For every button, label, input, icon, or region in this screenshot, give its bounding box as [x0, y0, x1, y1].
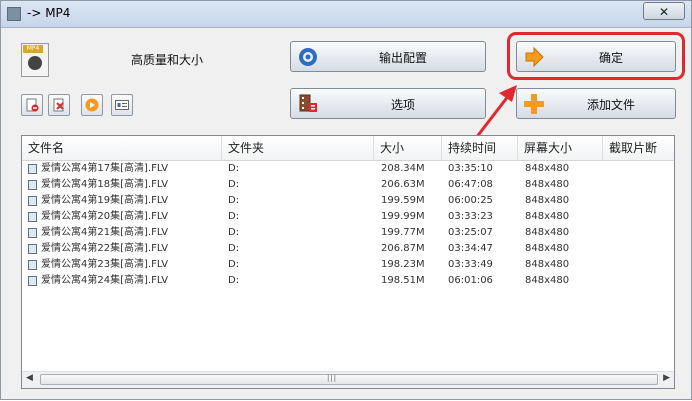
file-name: 爱情公寓4第19集[高清].FLV	[41, 195, 169, 206]
file-icon	[28, 180, 37, 190]
file-duration: 06:00:25	[448, 195, 493, 206]
file-duration: 06:01:06	[448, 275, 493, 286]
table-row[interactable]: 爱情公寓4第19集[高清].FLV D: 199.59M 06:00:25 84…	[22, 193, 674, 209]
table-row[interactable]: 爱情公寓4第24集[高清].FLV D: 198.51M 06:01:06 84…	[22, 273, 674, 289]
file-folder: D:	[228, 243, 240, 254]
file-screen-size: 848x480	[525, 243, 570, 254]
file-size: 199.77M	[381, 227, 425, 238]
column-header-screen-size[interactable]: 屏幕大小	[518, 136, 603, 160]
file-icon	[28, 244, 37, 254]
file-duration: 03:35:10	[448, 163, 493, 174]
file-size: 206.87M	[381, 243, 425, 254]
file-size: 208.34M	[381, 163, 425, 174]
file-folder: D:	[228, 163, 240, 174]
file-screen-size: 848x480	[525, 227, 570, 238]
table-row[interactable]: 爱情公寓4第18集[高清].FLV D: 206.63M 06:47:08 84…	[22, 177, 674, 193]
file-folder: D:	[228, 275, 240, 286]
file-duration: 03:34:47	[448, 243, 493, 254]
file-duration: 03:33:49	[448, 259, 493, 270]
file-folder: D:	[228, 227, 240, 238]
file-screen-size: 848x480	[525, 211, 570, 222]
file-duration: 06:47:08	[448, 179, 493, 190]
table-row[interactable]: 爱情公寓4第23集[高清].FLV D: 198.23M 03:33:49 84…	[22, 257, 674, 273]
file-name: 爱情公寓4第23集[高清].FLV	[41, 259, 169, 270]
column-header-clip[interactable]: 截取片断	[603, 136, 674, 160]
file-list[interactable]: 文件名 文件夹 大小 持续时间 屏幕大小 截取片断 爱情公寓4第17集[高清].…	[21, 135, 675, 389]
file-icon	[28, 276, 37, 286]
file-icon	[28, 228, 37, 238]
table-row[interactable]: 爱情公寓4第17集[高清].FLV D: 208.34M 03:35:10 84…	[22, 161, 674, 177]
file-name: 爱情公寓4第24集[高清].FLV	[41, 275, 169, 286]
file-icon	[28, 260, 37, 270]
file-size: 198.23M	[381, 259, 425, 270]
file-screen-size: 848x480	[525, 163, 570, 174]
file-icon	[28, 164, 37, 174]
scroll-left-arrow-icon[interactable]: ◀	[26, 373, 33, 383]
column-header-folder[interactable]: 文件夹	[222, 136, 374, 160]
file-folder: D:	[228, 179, 240, 190]
file-folder: D:	[228, 259, 240, 270]
table-row[interactable]: 爱情公寓4第21集[高清].FLV D: 199.77M 03:25:07 84…	[22, 225, 674, 241]
file-screen-size: 848x480	[525, 275, 570, 286]
scrollbar-grip-icon: |||	[327, 374, 338, 382]
table-row[interactable]: 爱情公寓4第20集[高清].FLV D: 199.99M 03:33:23 84…	[22, 209, 674, 225]
file-size: 206.63M	[381, 179, 425, 190]
column-header-size[interactable]: 大小	[374, 136, 442, 160]
scrollbar-thumb[interactable]	[40, 374, 658, 385]
file-name: 爱情公寓4第17集[高清].FLV	[41, 163, 169, 174]
file-name: 爱情公寓4第20集[高清].FLV	[41, 211, 169, 222]
scroll-right-arrow-icon[interactable]: ▶	[663, 373, 670, 383]
file-duration: 03:25:07	[448, 227, 493, 238]
file-screen-size: 848x480	[525, 259, 570, 270]
file-folder: D:	[228, 195, 240, 206]
converter-window: -> MP4 ✕ MP4 高质量和大小 输出配置 确定 选项 添加文件 文件名 …	[0, 0, 692, 400]
table-row[interactable]: 爱情公寓4第22集[高清].FLV D: 206.87M 03:34:47 84…	[22, 241, 674, 257]
file-size: 199.99M	[381, 211, 425, 222]
list-header: 文件名 文件夹 大小 持续时间 屏幕大小 截取片断	[22, 136, 674, 161]
file-name: 爱情公寓4第21集[高清].FLV	[41, 227, 169, 238]
file-name: 爱情公寓4第18集[高清].FLV	[41, 179, 169, 190]
file-name: 爱情公寓4第22集[高清].FLV	[41, 243, 169, 254]
horizontal-scrollbar[interactable]: ◀ ||| ▶	[22, 371, 674, 388]
column-header-duration[interactable]: 持续时间	[442, 136, 518, 160]
file-screen-size: 848x480	[525, 195, 570, 206]
column-header-filename[interactable]: 文件名	[22, 136, 222, 160]
file-folder: D:	[228, 211, 240, 222]
file-icon	[28, 212, 37, 222]
file-size: 199.59M	[381, 195, 425, 206]
file-duration: 03:33:23	[448, 211, 493, 222]
file-screen-size: 848x480	[525, 179, 570, 190]
file-icon	[28, 196, 37, 206]
file-size: 198.51M	[381, 275, 425, 286]
